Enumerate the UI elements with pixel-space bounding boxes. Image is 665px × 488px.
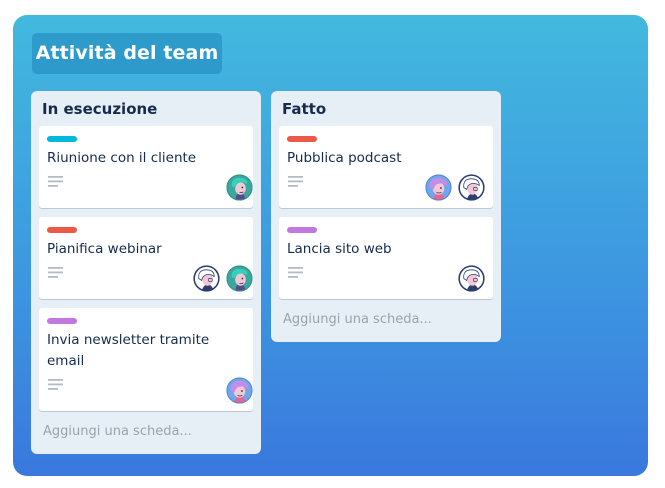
card-label[interactable]	[287, 136, 317, 142]
card-title: Pubblica podcast	[287, 150, 402, 166]
board: Attività del team In esecuzione Riunione…	[13, 15, 648, 476]
member-avatar-white[interactable]	[458, 174, 485, 201]
member-avatar-pink[interactable]	[425, 174, 452, 201]
card[interactable]: Pubblica podcast	[279, 126, 493, 208]
card-title: Invia newsletter tramite email	[47, 332, 210, 369]
list-in-esecuzione: In esecuzione Riunione con il cliente Pi…	[31, 91, 261, 454]
description-icon	[288, 267, 303, 278]
board-title[interactable]: Attività del team	[32, 33, 222, 74]
card[interactable]: Riunione con il cliente	[39, 126, 253, 208]
description-icon	[288, 176, 303, 187]
add-card-button[interactable]: Aggiungi una scheda...	[43, 424, 192, 439]
member-avatar-white[interactable]	[458, 265, 485, 292]
card-title: Pianifica webinar	[47, 241, 162, 257]
card-label[interactable]	[47, 136, 77, 142]
card[interactable]: Pianifica webinar	[39, 217, 253, 299]
card-label[interactable]	[287, 227, 317, 233]
description-icon	[48, 379, 63, 390]
add-card-button[interactable]: Aggiungi una scheda...	[283, 312, 432, 327]
card[interactable]: Lancia sito web	[279, 217, 493, 299]
card-title: Lancia sito web	[287, 241, 392, 257]
list-title[interactable]: Fatto	[282, 100, 326, 118]
card-title: Riunione con il cliente	[47, 150, 197, 166]
list-fatto: Fatto Pubblica podcast Lancia sito web A…	[271, 91, 501, 342]
member-avatar-white[interactable]	[193, 265, 220, 292]
card-label[interactable]	[47, 318, 77, 324]
description-icon	[48, 267, 63, 278]
card-label[interactable]	[47, 227, 77, 233]
description-icon	[48, 176, 63, 187]
member-avatar-pink[interactable]	[226, 377, 253, 404]
list-title[interactable]: In esecuzione	[42, 100, 157, 118]
member-avatar-teal[interactable]	[226, 265, 253, 292]
member-avatar-teal[interactable]	[226, 174, 253, 201]
card[interactable]: Invia newsletter tramite email	[39, 308, 253, 411]
